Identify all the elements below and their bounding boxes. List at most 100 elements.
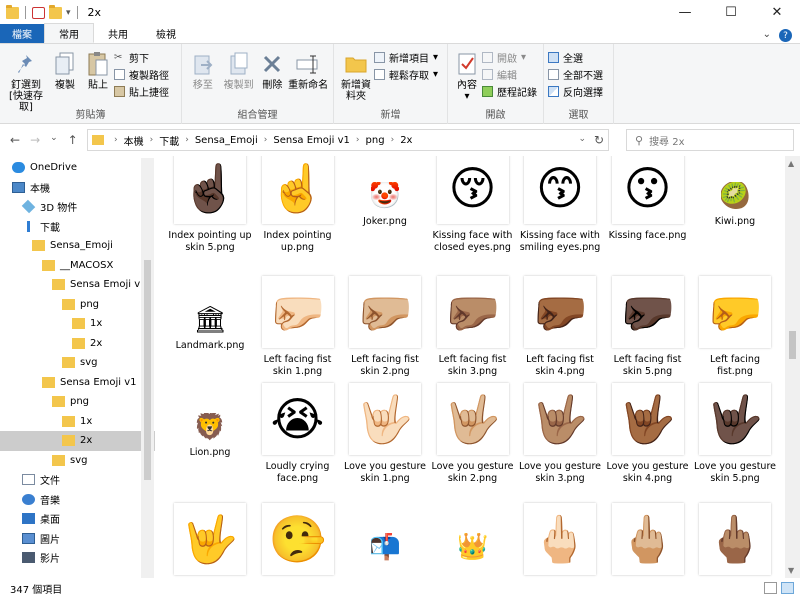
sidebar-item[interactable]: 影片 — [0, 548, 155, 568]
file-item[interactable]: 👑 — [431, 503, 515, 561]
refresh-icon[interactable]: ↻ — [594, 133, 604, 147]
sidebar-item[interactable]: Sensa_Emoji — [0, 236, 155, 256]
file-item[interactable]: 😭 Loudly crying face.png — [256, 383, 340, 485]
sidebar-scrollbar[interactable] — [141, 158, 154, 578]
chevron-right-icon[interactable]: › — [356, 135, 360, 145]
crumb-2x[interactable]: 2x — [400, 135, 412, 146]
file-item[interactable]: 🦁 Lion.png — [168, 383, 252, 459]
sidebar-item[interactable]: OneDrive — [0, 158, 155, 178]
sidebar-item[interactable]: Sensa Emoji v1 — [0, 275, 155, 295]
up-arrow-icon[interactable]: ↑ — [68, 133, 78, 147]
sidebar-item[interactable]: 2x — [0, 334, 155, 354]
sidebar-item[interactable]: 1x — [0, 314, 155, 334]
quick-access-dropdown-icon[interactable]: ▾ — [66, 8, 71, 18]
sidebar-item[interactable]: Sensa Emoji v1 — [0, 373, 155, 393]
sidebar-item[interactable]: 音樂 — [0, 490, 155, 510]
file-item[interactable]: 🖕🏻 — [518, 503, 602, 575]
crumb-sensa-emoji[interactable]: Sensa_Emoji — [195, 135, 258, 146]
file-item[interactable]: ☝️ Index pointing up.png — [256, 156, 340, 254]
file-item[interactable]: 🖕🏼 — [606, 503, 690, 575]
chevron-right-icon[interactable]: › — [150, 135, 154, 145]
file-item[interactable]: 🖕🏽 — [693, 503, 777, 575]
select-all-button[interactable]: 全選 — [548, 50, 603, 65]
edit-button[interactable]: 編輯 — [482, 67, 537, 82]
file-item[interactable]: 😗 Kissing face.png — [606, 156, 690, 242]
scroll-up-icon[interactable]: ▲ — [788, 159, 794, 168]
search-box[interactable]: ⚲ 搜尋 2x — [626, 129, 794, 151]
file-item[interactable]: 🤛🏼 Left facing fist skin 2.png — [343, 276, 427, 378]
new-item-button[interactable]: 新增項目 ▾ — [374, 50, 438, 65]
invert-selection-button[interactable]: 反向選擇 — [548, 84, 603, 99]
large-icons-view-icon[interactable] — [781, 582, 794, 594]
chevron-right-icon[interactable]: › — [185, 135, 189, 145]
cut-button[interactable]: ✂ 剪下 — [114, 50, 169, 65]
file-item[interactable]: 😙 Kissing face with smiling eyes.png — [518, 156, 602, 254]
sidebar-item[interactable]: png — [0, 295, 155, 315]
sidebar-item[interactable]: svg — [0, 353, 155, 373]
paste-shortcut-button[interactable]: 貼上捷徑 — [114, 84, 169, 99]
sidebar-item[interactable]: 下載 — [0, 217, 155, 237]
sidebar-item[interactable]: 1x — [0, 412, 155, 432]
sidebar-item[interactable]: svg — [0, 451, 155, 471]
address-box[interactable]: › 本機 › 下載 › Sensa_Emoji › Sensa Emoji v1… — [87, 129, 609, 151]
properties-check-icon[interactable] — [32, 6, 45, 19]
details-view-icon[interactable] — [764, 582, 777, 594]
tab-home[interactable]: 常用 — [44, 23, 94, 43]
open-button[interactable]: 開啟 ▾ — [482, 50, 537, 65]
copy-path-button[interactable]: 複製路徑 — [114, 67, 169, 82]
forward-arrow-icon[interactable]: → — [30, 133, 40, 147]
file-item[interactable]: 🤛🏻 Left facing fist skin 1.png — [256, 276, 340, 378]
file-item[interactable]: 🏛 Landmark.png — [168, 276, 252, 352]
content-scrollbar[interactable]: ▲ ▼ — [785, 156, 800, 578]
tab-view[interactable]: 檢視 — [142, 24, 190, 43]
file-item[interactable]: 😚 Kissing face with closed eyes.png — [431, 156, 515, 254]
file-item[interactable]: 🤟 — [168, 503, 252, 575]
tab-share[interactable]: 共用 — [94, 24, 142, 43]
back-arrow-icon[interactable]: ← — [10, 133, 20, 147]
sidebar-item[interactable]: png — [0, 392, 155, 412]
help-icon[interactable]: ? — [779, 29, 792, 42]
sidebar-item[interactable]: 文件 — [0, 470, 155, 490]
close-button[interactable]: ✕ — [754, 0, 800, 25]
sidebar-item[interactable]: __MACOSX — [0, 256, 155, 276]
crumb-this-pc[interactable]: 本機 — [124, 133, 144, 148]
file-item[interactable]: 🤟🏾 Love you gesture skin 4.png — [606, 383, 690, 485]
minimize-button[interactable]: — — [662, 0, 708, 25]
sidebar-item[interactable]: 桌面 — [0, 509, 155, 529]
select-none-button[interactable]: 全部不選 — [548, 67, 603, 82]
scroll-down-icon[interactable]: ▼ — [788, 566, 794, 575]
tab-file[interactable]: 檔案 — [0, 24, 44, 43]
recent-locations-icon[interactable]: ⌄ — [50, 133, 58, 147]
file-item[interactable]: 🤟🏻 Love you gesture skin 1.png — [343, 383, 427, 485]
maximize-button[interactable]: ☐ — [708, 0, 754, 25]
file-item[interactable]: ☝🏿 Index pointing up skin 5.png — [168, 156, 252, 254]
address-dropdown-icon[interactable]: ⌄ — [578, 134, 586, 144]
file-item[interactable]: 🤟🏿 Love you gesture skin 5.png — [693, 383, 777, 485]
scrollbar-thumb[interactable] — [789, 331, 796, 359]
file-name: Kissing face with closed eyes.png — [432, 230, 513, 253]
scrollbar-thumb[interactable] — [144, 260, 151, 480]
file-item[interactable]: 🤛🏿 Left facing fist skin 5.png — [606, 276, 690, 378]
chevron-right-icon[interactable]: › — [264, 135, 268, 145]
file-item[interactable]: 📬 — [343, 503, 427, 561]
file-item[interactable]: 🤟🏽 Love you gesture skin 3.png — [518, 383, 602, 485]
file-item[interactable]: 🥝 Kiwi.png — [693, 156, 777, 228]
sidebar-item[interactable]: 2x — [0, 431, 155, 451]
history-button[interactable]: 歷程記錄 — [482, 84, 537, 99]
file-item[interactable]: 🤛🏾 Left facing fist skin 4.png — [518, 276, 602, 378]
file-item[interactable]: 🤡 Joker.png — [343, 156, 427, 228]
crumb-downloads[interactable]: 下載 — [159, 133, 179, 148]
file-item[interactable]: 🤥 — [256, 503, 340, 575]
crumb-png[interactable]: png — [366, 135, 385, 146]
new-folder-icon[interactable] — [49, 4, 62, 19]
chevron-right-icon[interactable]: › — [391, 135, 395, 145]
crumb-sensa-emoji-v1[interactable]: Sensa Emoji v1 — [273, 135, 350, 146]
easy-access-button[interactable]: 輕鬆存取 ▾ — [374, 67, 438, 82]
file-item[interactable]: 🤛 Left facing fist.png — [693, 276, 777, 378]
sidebar-item[interactable]: 本機 — [0, 178, 155, 198]
file-item[interactable]: 🤛🏽 Left facing fist skin 3.png — [431, 276, 515, 378]
sidebar-item[interactable]: 圖片 — [0, 529, 155, 549]
file-item[interactable]: 🤟🏼 Love you gesture skin 2.png — [431, 383, 515, 485]
expand-ribbon-icon[interactable]: ⌄ — [763, 29, 771, 42]
sidebar-item[interactable]: 3D 物件 — [0, 197, 155, 217]
